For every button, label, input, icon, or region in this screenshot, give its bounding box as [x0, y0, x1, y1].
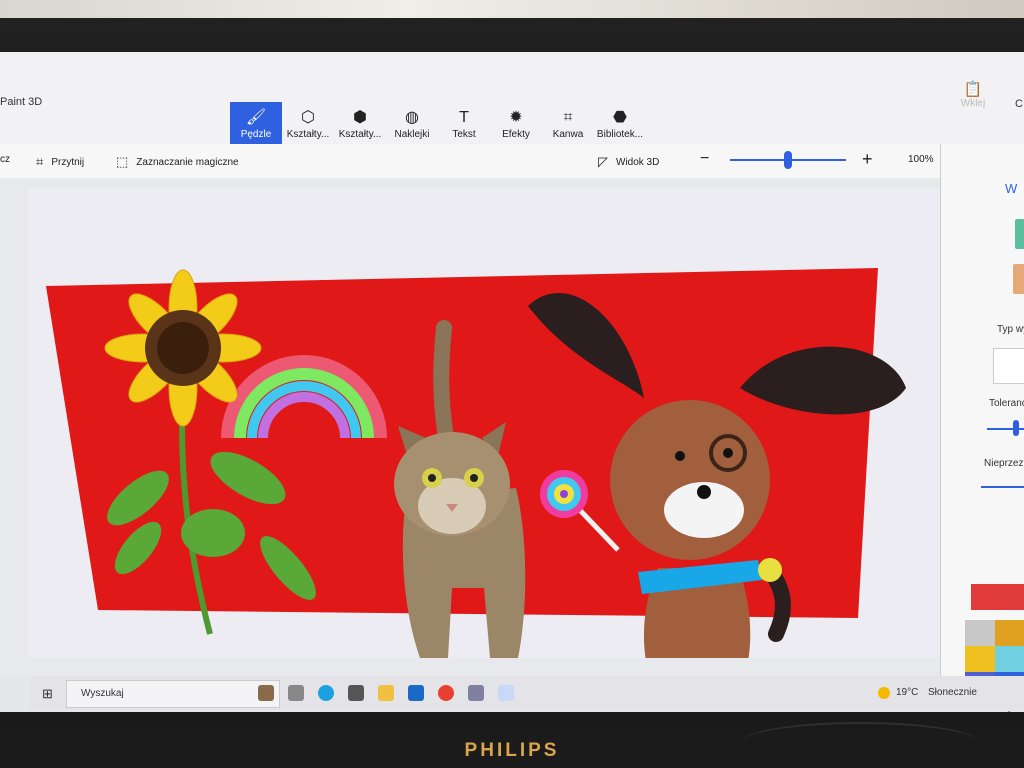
taskbar-search-box[interactable]: Wyszukaj	[66, 680, 280, 708]
ribbon-tab-label: Bibliotek...	[596, 129, 644, 140]
ribbon-tab-effects[interactable]: ✹ Efekty	[490, 102, 542, 144]
canvas-toolbar: cz ⌗ Przytnij ⬚ Zaznaczanie magiczne ◸ W…	[0, 144, 974, 179]
text-icon: T	[459, 109, 469, 126]
opacity-slider[interactable]	[981, 486, 1024, 488]
weather-condition[interactable]: Słonecznie	[928, 687, 977, 698]
ribbon-edge-label: C	[1015, 98, 1023, 110]
color-swatch[interactable]	[965, 646, 995, 672]
windows-start-icon[interactable]: ⊞	[42, 686, 53, 702]
color-swatch[interactable]	[995, 646, 1024, 672]
type-dropdown[interactable]	[993, 348, 1024, 384]
crop-label: Przytnij	[51, 156, 85, 168]
ribbon-tab-2d-shapes[interactable]: ⬡ Kształty...	[282, 102, 334, 144]
effects-icon: ✹	[509, 109, 523, 126]
canvas[interactable]	[28, 188, 950, 688]
zoom-slider-thumb[interactable]	[784, 151, 792, 169]
tolerance-label: Toleranc	[989, 398, 1024, 409]
weather-temperature[interactable]: 19°C	[896, 687, 918, 698]
ribbon-tab-sticker[interactable]: ◍ Naklejki	[386, 102, 438, 144]
tolerance-slider-thumb[interactable]	[1013, 420, 1019, 436]
ribbon-tabs: 🖌 Pędzle ⬡ Kształty... ⬢ Kształty... ◍ Naklejki…	[230, 102, 646, 144]
sticker-icon: ◍	[405, 109, 419, 126]
ribbon-tab-library[interactable]: ⬣ Bibliotek...	[594, 102, 646, 144]
3d-shapes-icon: ⬢	[353, 109, 367, 126]
canvas-artwork[interactable]	[28, 188, 950, 688]
search-highlight-icon	[258, 685, 274, 701]
chrome-icon[interactable]	[438, 685, 454, 701]
screen: Paint 3D 🖌 Pędzle ⬡ Kształty... ⬢ Kształty...…	[0, 52, 1024, 712]
sun-weather-icon	[878, 687, 890, 699]
opacity-label: Nieprzezr	[984, 458, 1024, 469]
edge-browser-icon[interactable]	[318, 685, 334, 701]
paste-icon: 📋	[963, 81, 983, 98]
mail-icon[interactable]	[408, 685, 424, 701]
file-explorer-icon[interactable]	[378, 685, 394, 701]
ribbon-tab-label: Tekst	[452, 129, 476, 140]
ribbon-tab-label: Pędzle	[240, 129, 272, 140]
ribbon-tab-label: Kanwa	[552, 129, 584, 140]
2d-shapes-icon: ⬡	[301, 109, 315, 126]
ribbon-tab-3d-shapes[interactable]: ⬢ Kształty...	[334, 102, 386, 144]
color-swatch[interactable]	[971, 584, 1024, 610]
workspace	[0, 178, 950, 688]
ribbon-tab-label: Efekty	[502, 129, 530, 140]
toolbar-left-fragment[interactable]: cz	[0, 154, 10, 165]
view-3d-button[interactable]: ◸ Widok 3D	[598, 154, 659, 170]
brush-icon: 🖌	[245, 109, 267, 126]
magic-select-button[interactable]: ⬚ Zaznaczanie magiczne	[116, 154, 239, 170]
ribbon-tab-label: Kształty...	[338, 129, 382, 140]
ribbon-tab-brush[interactable]: 🖌 Pędzle	[230, 102, 282, 144]
marker-brush-icon[interactable]	[1015, 219, 1024, 249]
background-wall	[0, 0, 1024, 18]
panel-title: W	[1005, 181, 1018, 196]
zoom-out-button[interactable]: −	[700, 150, 709, 168]
paste-button[interactable]: 📋 Wklej	[955, 80, 991, 109]
ribbon-tab-canvas[interactable]: ⌗ Kanwa	[542, 102, 594, 144]
ribbon-tab-label: Naklejki	[394, 129, 430, 140]
crop-icon: ⌗	[36, 154, 44, 169]
color-swatch[interactable]	[965, 620, 995, 646]
title-bar: Paint 3D 🖌 Pędzle ⬡ Kształty... ⬢ Kształty...…	[0, 52, 1024, 144]
task-view-icon[interactable]	[288, 685, 304, 701]
store-icon[interactable]	[348, 685, 364, 701]
type-label: Typ wy	[997, 324, 1024, 335]
view-3d-icon: ◸	[598, 154, 608, 169]
zoom-value: 100%	[908, 154, 934, 165]
ribbon-tab-text[interactable]: T Tekst	[438, 102, 490, 144]
taskbar-search-placeholder: Wyszukaj	[81, 688, 124, 699]
magic-select-icon: ⬚	[116, 154, 129, 169]
windows-taskbar: ⊞ Wyszukaj 19°C Słonecznie	[30, 676, 1024, 710]
pencil-brush-icon[interactable]	[1013, 264, 1024, 294]
paste-label: Wklej	[960, 98, 986, 109]
desk-reflection	[740, 722, 980, 764]
zoom-in-button[interactable]: +	[862, 149, 873, 170]
ribbon-tab-label: Kształty...	[286, 129, 330, 140]
view-3d-label: Widok 3D	[616, 156, 660, 168]
app-title: Paint 3D	[0, 96, 43, 108]
magic-select-label: Zaznaczanie magiczne	[136, 156, 239, 168]
paint-3d-taskbar-icon[interactable]	[498, 685, 514, 701]
crop-button[interactable]: ⌗ Przytnij	[36, 154, 84, 170]
app-icon[interactable]	[468, 685, 484, 701]
library-icon: ⬣	[613, 109, 627, 126]
brush-panel: W Typ wy Toleranc Nieprzezr +	[940, 144, 1024, 712]
canvas-icon: ⌗	[563, 109, 573, 126]
color-swatch[interactable]	[995, 620, 1024, 646]
